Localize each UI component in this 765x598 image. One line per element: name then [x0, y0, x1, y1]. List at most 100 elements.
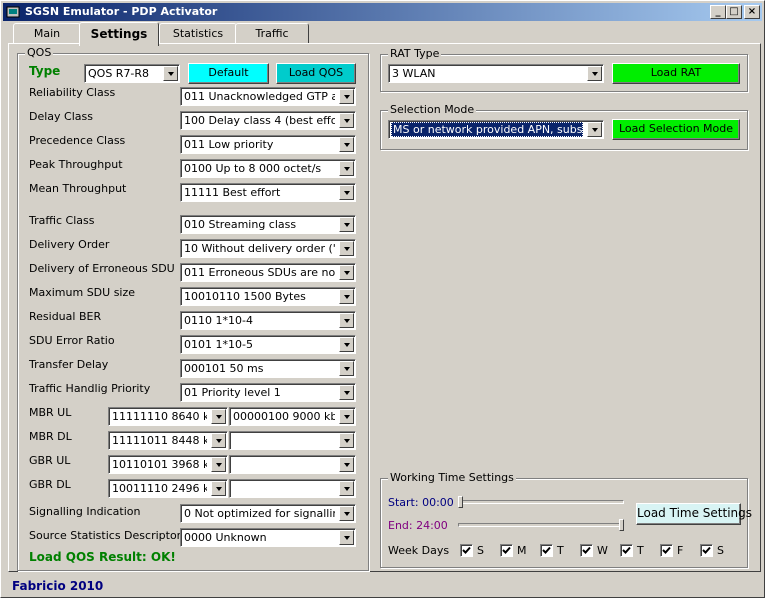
signalling-indication-select[interactable]: 0 Not optimized for signalling traffic [180, 504, 356, 523]
qos-field-select[interactable]: 011 Erroneous SDUs are not del [180, 263, 356, 282]
chevron-down-icon[interactable] [339, 481, 354, 496]
qos-field-label: Traffic Class [29, 214, 95, 227]
tab-main[interactable]: Main [13, 23, 81, 44]
chevron-down-icon[interactable] [211, 481, 226, 496]
default-button[interactable]: Default [188, 63, 269, 84]
chevron-down-icon[interactable] [339, 113, 354, 128]
qos-field-select[interactable]: 011 Unacknowledged GTP and [180, 87, 356, 106]
chevron-down-icon[interactable] [211, 409, 226, 424]
qos-type-select[interactable]: QOS R7-R8 [84, 64, 180, 83]
signalling-indication-value: 0 Not optimized for signalling traffic [184, 507, 335, 520]
qos-field-select[interactable]: 11111 Best effort [180, 183, 356, 202]
selection-mode-select[interactable]: MS or network provided APN, subscribed [388, 120, 604, 139]
maximize-button[interactable]: □ [726, 5, 742, 19]
chevron-down-icon[interactable] [339, 409, 354, 424]
bitrate-primary-value: 11111011 8448 kbps [112, 434, 207, 447]
weekday-checkbox[interactable] [660, 544, 673, 557]
rat-type-group-title: RAT Type [388, 47, 442, 60]
chevron-down-icon[interactable] [163, 66, 178, 81]
chevron-down-icon[interactable] [339, 313, 354, 328]
qos-field-label: Precedence Class [29, 134, 126, 147]
qos-field-select[interactable]: 000101 50 ms [180, 359, 356, 378]
bitrate-secondary-select[interactable]: 00000100 9000 kbps [229, 407, 356, 426]
chevron-down-icon[interactable] [339, 385, 354, 400]
qos-field-select[interactable]: 0110 1*10-4 [180, 311, 356, 330]
qos-field-select[interactable]: 10 Without delivery order ('no') [180, 239, 356, 258]
qos-field-select[interactable]: 011 Low priority [180, 135, 356, 154]
week-days-label: Week Days [388, 544, 450, 557]
bitrate-primary-select[interactable]: 10110101 3968 kbps [108, 455, 228, 474]
chevron-down-icon[interactable] [339, 241, 354, 256]
qos-field-label: Delay Class [29, 110, 93, 123]
minimize-button[interactable]: _ [710, 5, 726, 19]
app-icon [5, 4, 21, 20]
bitrate-primary-value: 10011110 2496 kbps [112, 482, 207, 495]
weekday-label: W [597, 544, 608, 557]
qos-field-label: Peak Throughput [29, 158, 123, 171]
weekday-checkbox[interactable] [580, 544, 593, 557]
title-bar[interactable]: SGSN Emulator - PDP Activator _ □ × [3, 3, 762, 21]
load-qos-result: Load QOS Result: OK! [29, 550, 176, 564]
chevron-down-icon[interactable] [339, 185, 354, 200]
bitrate-label: GBR DL [29, 478, 71, 491]
qos-field-value: 0100 Up to 8 000 octet/s [184, 162, 322, 175]
start-time-slider-track[interactable] [458, 500, 624, 504]
bitrate-primary-select[interactable]: 11111011 8448 kbps [108, 431, 228, 450]
tab-traffic[interactable]: Traffic [235, 23, 309, 44]
load-time-settings-button[interactable]: Load Time Settings [636, 503, 752, 525]
load-qos-button[interactable]: Load QOS [276, 63, 356, 84]
chevron-down-icon[interactable] [211, 433, 226, 448]
qos-field-select[interactable]: 0101 1*10-5 [180, 335, 356, 354]
weekday-checkbox[interactable] [620, 544, 633, 557]
chevron-down-icon[interactable] [339, 289, 354, 304]
bitrate-label: GBR UL [29, 454, 71, 467]
weekday-checkbox[interactable] [700, 544, 713, 557]
weekday-label: M [517, 544, 527, 557]
end-time-slider-thumb[interactable] [619, 519, 624, 531]
chevron-down-icon[interactable] [339, 337, 354, 352]
load-selection-mode-button[interactable]: Load Selection Mode [612, 119, 740, 140]
bitrate-primary-select[interactable]: 11111110 8640 kbps [108, 407, 228, 426]
load-rat-button[interactable]: Load RAT [612, 63, 740, 84]
chevron-down-icon[interactable] [339, 530, 354, 545]
chevron-down-icon[interactable] [587, 122, 602, 137]
footer-credit: Fabricio 2010 [12, 579, 104, 593]
bitrate-secondary-select[interactable] [229, 479, 356, 498]
chevron-down-icon[interactable] [339, 217, 354, 232]
close-button[interactable]: × [744, 5, 760, 19]
chevron-down-icon[interactable] [339, 89, 354, 104]
rat-type-select[interactable]: 3 WLAN [388, 64, 604, 83]
chevron-down-icon[interactable] [339, 433, 354, 448]
qos-field-label: Reliability Class [29, 86, 116, 99]
bitrate-secondary-select[interactable] [229, 455, 356, 474]
chevron-down-icon[interactable] [339, 506, 354, 521]
start-time-label: Start: 00:00 [388, 496, 454, 509]
chevron-down-icon[interactable] [339, 265, 354, 280]
start-time-slider-thumb[interactable] [458, 496, 463, 508]
chevron-down-icon[interactable] [211, 457, 226, 472]
source-statistics-select[interactable]: 0000 Unknown [180, 528, 356, 547]
qos-field-select[interactable]: 100 Delay class 4 (best effort) [180, 111, 356, 130]
end-time-slider-track[interactable] [458, 523, 624, 527]
check-icon [662, 546, 671, 554]
weekday-label: S [717, 544, 724, 557]
bitrate-primary-select[interactable]: 10011110 2496 kbps [108, 479, 228, 498]
chevron-down-icon[interactable] [339, 137, 354, 152]
qos-field-select[interactable]: 0100 Up to 8 000 octet/s [180, 159, 356, 178]
chevron-down-icon[interactable] [339, 457, 354, 472]
qos-field-value: 0101 1*10-5 [184, 338, 253, 351]
qos-field-select[interactable]: 01 Priority level 1 [180, 383, 356, 402]
qos-field-select[interactable]: 010 Streaming class [180, 215, 356, 234]
qos-field-select[interactable]: 10010110 1500 Bytes [180, 287, 356, 306]
weekday-checkbox[interactable] [500, 544, 513, 557]
qos-field-label: Maximum SDU size [29, 286, 136, 299]
chevron-down-icon[interactable] [339, 361, 354, 376]
chevron-down-icon[interactable] [339, 161, 354, 176]
chevron-down-icon[interactable] [587, 66, 602, 81]
tab-statistics[interactable]: Statistics [159, 23, 237, 44]
weekday-checkbox[interactable] [540, 544, 553, 557]
qos-type-value: QOS R7-R8 [88, 67, 150, 80]
tab-settings[interactable]: Settings [79, 22, 159, 46]
weekday-checkbox[interactable] [460, 544, 473, 557]
bitrate-secondary-select[interactable] [229, 431, 356, 450]
